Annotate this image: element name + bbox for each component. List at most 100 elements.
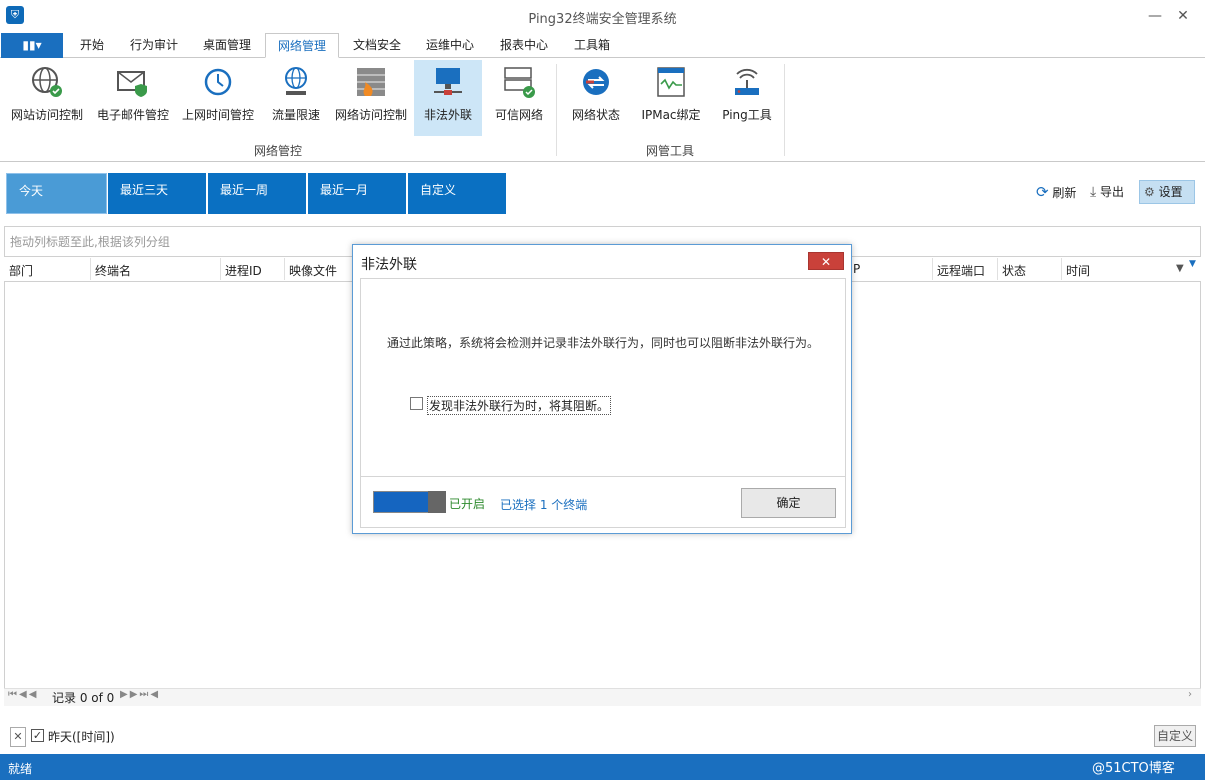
pager-next-last-icons[interactable]: ▶▶⏭◀ — [120, 689, 160, 700]
ribbon-ping-tool[interactable]: Ping工具 — [716, 60, 778, 136]
scroll-right-icon[interactable]: › — [1188, 689, 1192, 700]
status-bar — [0, 754, 1205, 780]
column-remote-port[interactable]: 远程端口 — [937, 262, 985, 279]
ribbon-traffic-limit[interactable]: 流量限速 — [264, 60, 328, 136]
ribbon-label: 网络状态 — [571, 108, 620, 122]
wifi-router-icon — [735, 68, 759, 95]
settings-label: 设置 — [1158, 185, 1183, 199]
column-separator[interactable] — [220, 258, 221, 280]
trusted-network-icon — [504, 67, 535, 98]
close-window-icon[interactable]: ✕ — [1173, 6, 1193, 26]
tab-desktop[interactable]: 桌面管理 — [192, 33, 262, 58]
refresh-label: 刷新 — [1052, 186, 1077, 200]
toggle-status-text: 已开启 — [449, 497, 486, 511]
selected-terminals-link[interactable]: 已选择 1 个终端 — [500, 496, 587, 513]
ribbon-label: 可信网络 — [494, 108, 543, 122]
export-label: 导出 — [1100, 185, 1125, 199]
column-separator[interactable] — [932, 258, 933, 280]
tab-network[interactable]: 网络管理 — [265, 33, 339, 58]
toggle-knob[interactable] — [428, 491, 446, 513]
minimize-icon[interactable]: — — [1145, 6, 1165, 26]
column-ip[interactable]: P — [853, 262, 860, 276]
ipmac-binding-icon — [657, 67, 685, 97]
column-separator[interactable] — [284, 258, 285, 280]
group-label-network-control: 网络管控 — [253, 144, 302, 158]
refresh-icon: ⟳ — [1036, 183, 1049, 201]
globe-speed-icon — [285, 67, 307, 95]
column-separator[interactable] — [90, 258, 91, 280]
settings-button[interactable]: ⚙ 设置 — [1139, 180, 1195, 204]
dialog-close-icon[interactable]: ✕ — [808, 252, 844, 270]
ribbon-label: 上网时间管控 — [181, 108, 254, 122]
block-checkbox-label[interactable]: 发现非法外联行为时，将其阻断。 — [427, 396, 612, 415]
file-menu-button[interactable]: ▮▮▾ — [1, 33, 63, 58]
ribbon-label: 流量限速 — [271, 108, 320, 122]
ok-button[interactable]: 确定 — [741, 488, 836, 518]
refresh-button[interactable]: ⟳ 刷新 — [1036, 180, 1076, 204]
ribbon-website-control[interactable]: 网站访问控制 — [6, 60, 88, 136]
filter-enable-checkbox[interactable]: ✓ — [31, 729, 44, 742]
ribbon-illegal-connection[interactable]: 非法外联 — [414, 60, 482, 136]
ribbon-trusted-network[interactable]: 可信网络 — [488, 60, 550, 136]
tab-ops[interactable]: 运维中心 — [416, 33, 484, 58]
ribbon-label: 网络访问控制 — [334, 108, 407, 122]
tab-start[interactable]: 开始 — [68, 33, 116, 58]
filter-expression[interactable]: 昨天([时间]) — [48, 728, 115, 745]
export-button[interactable]: ⤓ 导出 — [1090, 180, 1124, 204]
clock-history-icon — [204, 68, 232, 96]
column-department[interactable]: 部门 — [9, 262, 33, 279]
clear-filter-icon[interactable]: ✕ — [10, 727, 26, 747]
ribbon-label: 电子邮件管控 — [96, 108, 169, 122]
column-time[interactable]: 时间 — [1066, 262, 1090, 279]
column-status[interactable]: 状态 — [1002, 262, 1026, 279]
column-separator[interactable] — [1061, 258, 1062, 280]
column-terminal-name[interactable]: 终端名 — [95, 262, 131, 279]
ribbon-email-control[interactable]: 电子邮件管控 — [92, 60, 174, 136]
network-status-icon — [583, 69, 609, 95]
ribbon-ipmac-binding[interactable]: IPMac绑定 — [636, 60, 706, 136]
pager-first-prev-icons[interactable]: ⏮◀◀ — [8, 689, 38, 700]
ribbon-online-time[interactable]: 上网时间管控 — [177, 60, 259, 136]
tab-toolbox[interactable]: 工具箱 — [562, 33, 622, 58]
segment-today[interactable]: 今天 — [6, 173, 107, 214]
group-panel-hint[interactable]: 拖动列标题至此,根据该列分组 — [10, 233, 170, 250]
group-separator — [556, 64, 557, 156]
status-text: 就绪 — [8, 762, 33, 776]
custom-filter-button[interactable]: 自定义 — [1154, 725, 1196, 747]
segment-custom[interactable]: 自定义 — [408, 173, 506, 214]
column-image-file[interactable]: 映像文件 — [289, 262, 337, 279]
dialog-description: 通过此策略，系统将会检测并记录非法外联行为，同时也可以阻断非法外联行为。 — [387, 336, 820, 350]
group-separator — [784, 64, 785, 156]
segment-last-3-days[interactable]: 最近三天 — [108, 173, 206, 214]
segment-last-week[interactable]: 最近一周 — [208, 173, 306, 214]
ribbon-label: 非法外联 — [423, 108, 472, 122]
column-separator[interactable] — [997, 258, 998, 280]
download-icon: ⤓ — [1090, 184, 1097, 200]
ribbon-network-access[interactable]: 网络访问控制 — [332, 60, 410, 136]
tab-reports[interactable]: 报表中心 — [490, 33, 558, 58]
email-shield-icon — [117, 71, 147, 97]
dialog-title: 非法外联 — [361, 257, 417, 273]
segment-last-month[interactable]: 最近一月 — [308, 173, 406, 214]
sort-chevron-down-icon[interactable]: ▼ — [1176, 263, 1184, 274]
pager-record-count: 记录 0 of 0 — [52, 691, 115, 705]
ribbon-label: Ping工具 — [722, 108, 772, 122]
gear-icon: ⚙ — [1144, 185, 1155, 199]
filter-bar — [4, 722, 1201, 750]
column-process-id[interactable]: 进程ID — [225, 262, 262, 279]
illegal-connection-dialog: 非法外联 ✕ 通过此策略，系统将会检测并记录非法外联行为，同时也可以阻断非法外联… — [352, 244, 852, 534]
ribbon-network-status[interactable]: 网络状态 — [565, 60, 627, 136]
group-label-net-tools: 网管工具 — [645, 144, 694, 158]
watermark: @51CTO博客 — [1092, 761, 1175, 776]
globe-check-icon — [32, 67, 62, 97]
pager-bar — [4, 688, 1201, 706]
monitor-network-icon — [434, 68, 462, 95]
tab-behavior-audit[interactable]: 行为审计 — [120, 33, 188, 58]
block-checkbox[interactable] — [410, 397, 423, 410]
firewall-icon — [357, 68, 385, 96]
ribbon-label: 网站访问控制 — [10, 108, 83, 122]
ribbon-label: IPMac绑定 — [641, 108, 701, 122]
window-title: Ping32终端安全管理系统 — [528, 12, 677, 27]
tab-doc-security[interactable]: 文档安全 — [342, 33, 412, 58]
filter-icon[interactable]: ▼ — [1189, 259, 1196, 269]
